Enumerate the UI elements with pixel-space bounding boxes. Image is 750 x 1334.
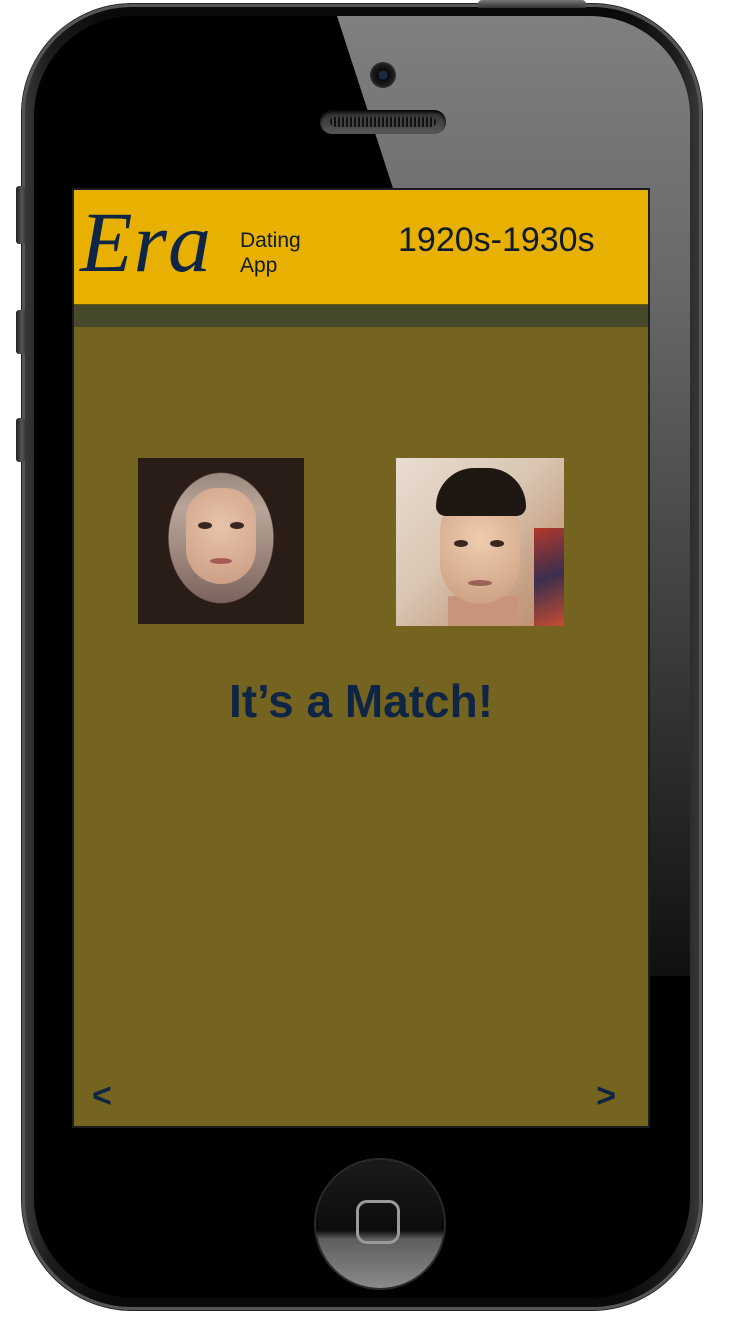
match-message: It’s a Match! <box>228 675 494 727</box>
mute-switch[interactable] <box>16 186 26 244</box>
volume-down-button[interactable] <box>16 418 26 462</box>
home-square-icon <box>356 1200 400 1244</box>
logo-subtitle-line2: App <box>240 254 278 277</box>
next-arrow-button[interactable]: > <box>596 1076 616 1116</box>
power-button[interactable] <box>478 0 586 8</box>
photo-eye <box>198 522 212 529</box>
previous-arrow-button[interactable]: < <box>92 1076 112 1116</box>
app-screen: Era Dating App 1920s-1930s It’s a Match!… <box>72 188 650 1128</box>
photo-hair <box>436 468 526 516</box>
photo-face <box>186 488 256 584</box>
app-logo-subtitle: Dating App <box>240 228 301 278</box>
logo-subtitle-line1: Dating <box>240 229 301 252</box>
photo-mouth <box>468 580 492 586</box>
profile-photo-woman[interactable] <box>138 458 304 624</box>
home-button-icon[interactable] <box>316 1160 444 1288</box>
profile-photo-man[interactable] <box>396 458 564 626</box>
era-range-label: 1920s-1930s <box>398 221 595 259</box>
app-logo: Era <box>80 194 212 290</box>
header-subbar <box>74 305 648 327</box>
photo-eye <box>490 540 504 547</box>
photo-background-poster <box>534 528 564 626</box>
speaker-icon <box>320 110 446 134</box>
camera-icon <box>370 62 396 88</box>
photo-eye <box>230 522 244 529</box>
app-header: Era Dating App 1920s-1930s <box>74 190 648 305</box>
photo-eye <box>454 540 468 547</box>
photo-mouth <box>210 558 232 564</box>
volume-up-button[interactable] <box>16 310 26 354</box>
